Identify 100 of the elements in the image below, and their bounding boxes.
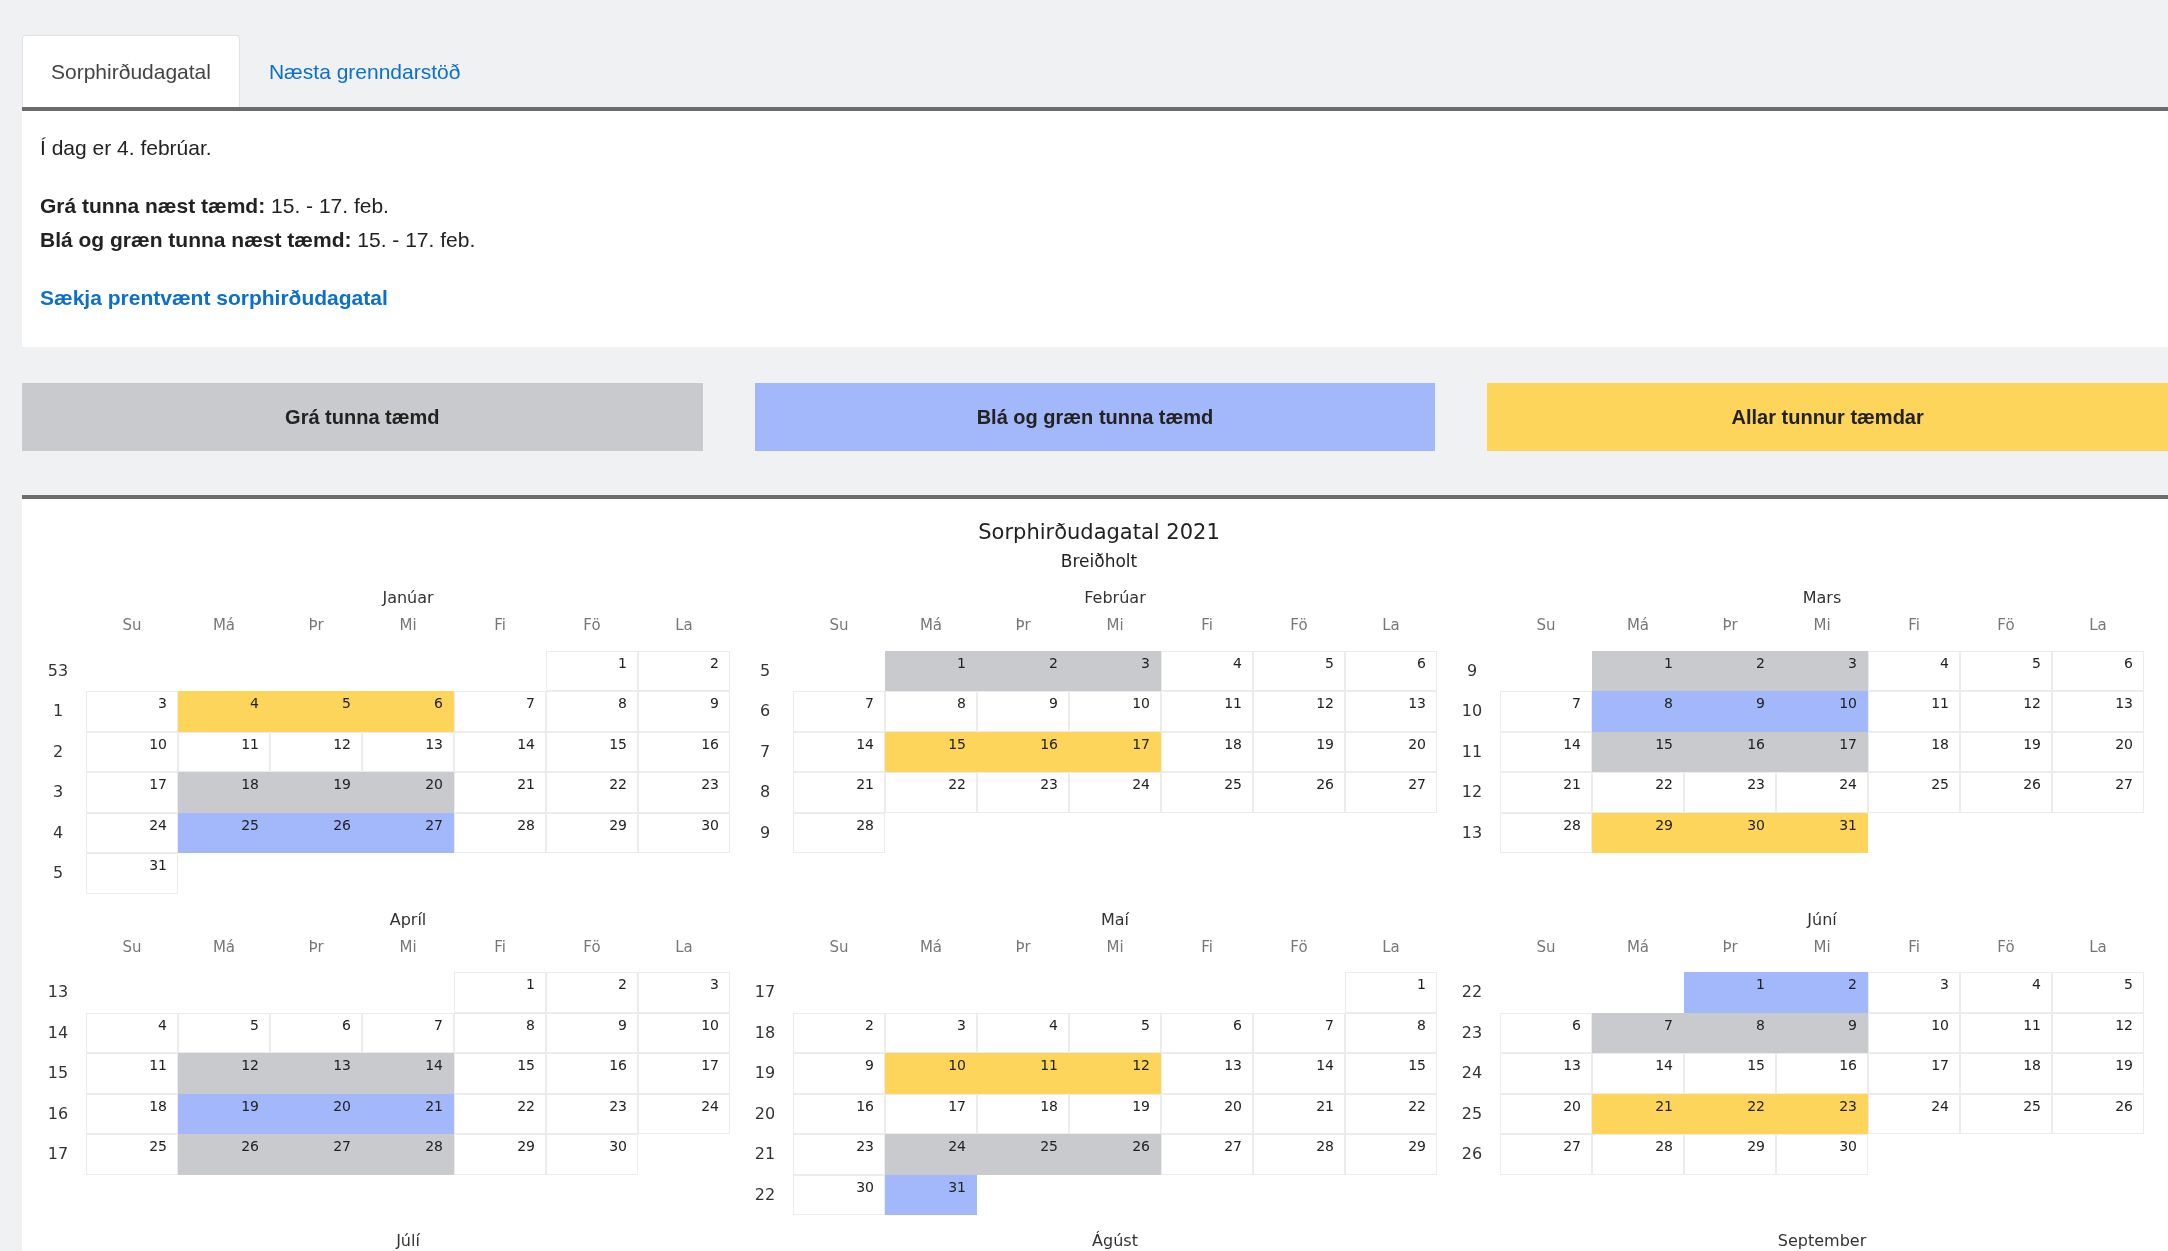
weekday-label: Þr (308, 936, 324, 958)
day-cell: 25 (977, 1134, 1069, 1175)
day-cell: 5 (1253, 650, 1345, 691)
month-title: Apríl (388, 908, 428, 931)
weekday-label: Fi (1201, 615, 1213, 637)
month-title: Júlí (394, 1230, 421, 1251)
day-cell: 9 (546, 1012, 638, 1053)
day-cell: 18 (1868, 731, 1960, 772)
day-cell: 23 (1776, 1093, 1868, 1134)
tab[interactable]: Sorphirðudagatal (22, 35, 240, 107)
day-cell: 29 (1592, 812, 1684, 853)
day-cell: 11 (1161, 691, 1253, 732)
day-cell: 29 (1345, 1134, 1437, 1175)
day-cell: 14 (1253, 1053, 1345, 1094)
weekday-label: Má (1626, 936, 1650, 958)
day-cell: 21 (454, 772, 546, 813)
day-cell: 28 (1500, 812, 1592, 853)
day-cell: 13 (1500, 1053, 1592, 1094)
week-number: 17 (47, 1143, 69, 1166)
day-cell: 30 (793, 1174, 885, 1215)
day-cell: 7 (1253, 1012, 1345, 1053)
day-cell: 30 (546, 1134, 638, 1175)
week-number: 23 (1461, 1021, 1483, 1044)
day-cell: 2 (1776, 972, 1868, 1013)
day-cell: 15 (885, 731, 977, 772)
day-cell: 18 (178, 772, 270, 813)
day-cell: 19 (178, 1093, 270, 1134)
weekday-label: Mi (1813, 936, 1831, 958)
day-cell: 20 (1345, 731, 1437, 772)
legend-button[interactable]: Allar tunnur tæmdar (1487, 383, 2168, 451)
weekday-label: Má (919, 936, 943, 958)
day-cell: 7 (362, 1012, 454, 1053)
weekday-label: Mi (1106, 615, 1124, 637)
week-number: 6 (759, 700, 771, 723)
weekday-label: La (1382, 615, 1400, 637)
download-link[interactable]: Sækja prentvænt sorphirðudagatal (40, 286, 388, 309)
calendar-title: Sorphirðudagatal 2021 (977, 519, 1221, 546)
day-cell: 18 (977, 1093, 1069, 1134)
day-cell: 14 (793, 731, 885, 772)
day-cell: 20 (1500, 1093, 1592, 1134)
day-cell: 27 (1345, 772, 1437, 813)
week-number: 15 (47, 1062, 69, 1085)
day-cell: 15 (1345, 1053, 1437, 1094)
day-cell: 18 (1161, 731, 1253, 772)
week-number: 26 (1461, 1143, 1483, 1166)
day-cell: 21 (1500, 772, 1592, 813)
day-cell: 10 (1868, 1012, 1960, 1053)
day-cell: 16 (977, 731, 1069, 772)
weekday-label: Mi (399, 615, 417, 637)
week-number: 10 (1461, 700, 1483, 723)
day-cell: 15 (1684, 1053, 1776, 1094)
week-number: 13 (1461, 821, 1483, 844)
legend-button[interactable]: Blá og græn tunna tæmd (754, 383, 1436, 451)
day-cell: 24 (1069, 772, 1161, 813)
tab[interactable]: Næsta grenndarstöð (239, 35, 490, 107)
day-cell: 17 (1069, 731, 1161, 772)
day-cell: 6 (1345, 650, 1437, 691)
day-cell: 24 (1868, 1093, 1960, 1134)
day-cell: 1 (1592, 650, 1684, 691)
day-cell: 28 (1592, 1134, 1684, 1175)
weekday-label: Þr (308, 615, 324, 637)
day-cell: 21 (793, 772, 885, 813)
day-cell: 3 (1069, 650, 1161, 691)
day-cell: 26 (270, 812, 362, 853)
day-cell: 19 (1069, 1093, 1161, 1134)
day-cell: 21 (362, 1093, 454, 1134)
week-number: 53 (47, 659, 69, 682)
day-cell: 14 (454, 731, 546, 772)
week-number: 22 (1461, 981, 1483, 1004)
day-cell: 3 (1868, 972, 1960, 1013)
day-cell: 5 (1069, 1012, 1161, 1053)
day-cell: 27 (270, 1134, 362, 1175)
weekday-label: Fi (1201, 936, 1213, 958)
day-cell: 22 (1345, 1093, 1437, 1134)
weekday-label: La (2089, 615, 2107, 637)
weekday-label: Fi (494, 615, 506, 637)
weekday-label: Mi (1106, 936, 1124, 958)
weekday-label: Fö (583, 615, 601, 637)
day-cell: 16 (1684, 731, 1776, 772)
day-cell: 2 (1684, 650, 1776, 691)
day-cell: 27 (362, 812, 454, 853)
month-title: Ágúst (1091, 1230, 1139, 1251)
day-cell: 19 (1960, 731, 2052, 772)
day-cell: 26 (1960, 772, 2052, 813)
week-number: 25 (1461, 1102, 1483, 1125)
week-number: 3 (52, 781, 64, 804)
day-cell: 5 (2052, 972, 2144, 1013)
day-cell: 23 (793, 1134, 885, 1175)
day-cell: 23 (638, 772, 730, 813)
week-number: 8 (759, 781, 771, 804)
day-cell: 19 (1253, 731, 1345, 772)
weekday-label: Su (1536, 936, 1556, 958)
month-title: September (1776, 1230, 1868, 1251)
legend-button[interactable]: Grá tunna tæmd (22, 383, 703, 451)
week-number: 5 (759, 659, 771, 682)
day-cell: 10 (1069, 691, 1161, 732)
week-number: 5 (52, 862, 64, 885)
day-cell: 17 (885, 1093, 977, 1134)
weekday-label: La (1382, 936, 1400, 958)
day-cell: 18 (86, 1093, 178, 1134)
